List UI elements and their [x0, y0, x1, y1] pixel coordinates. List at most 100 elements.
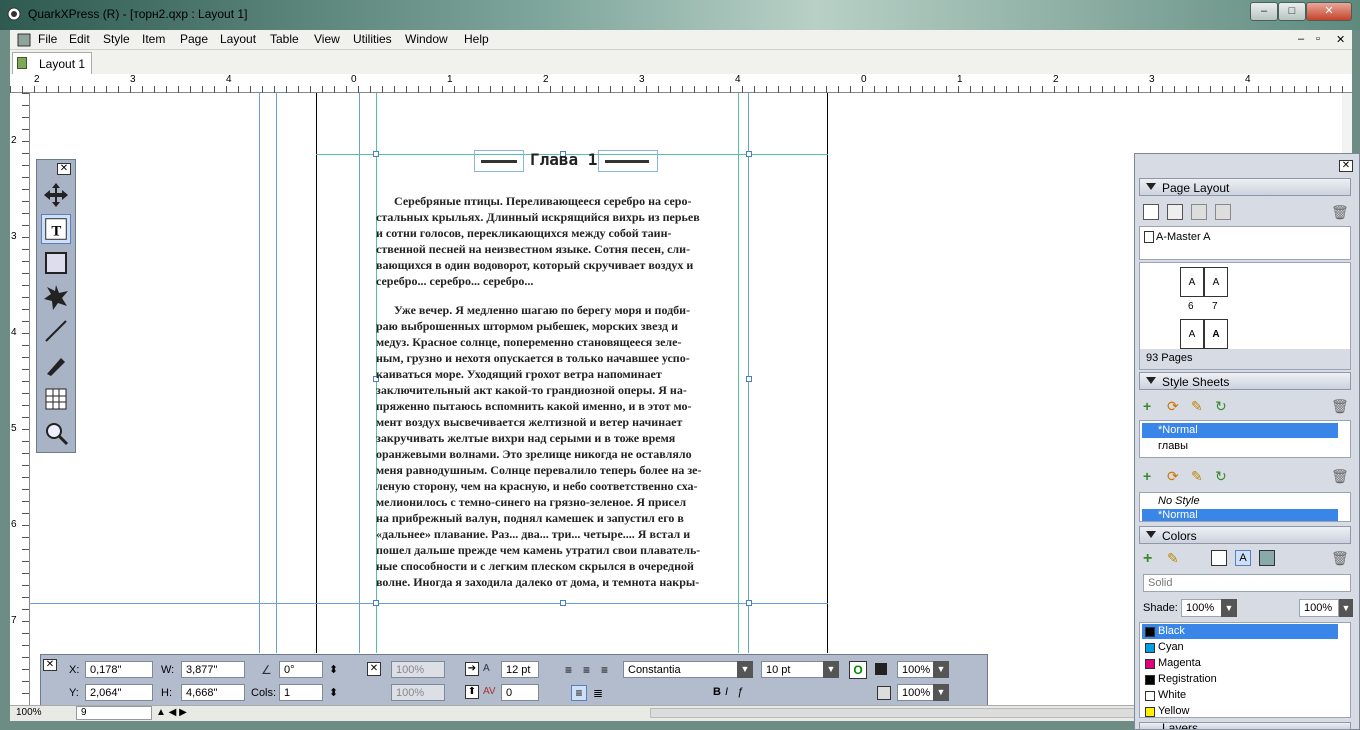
color-item[interactable]: White: [1142, 688, 1338, 703]
body-text-line[interactable]: «дальнее» плавание. Раз... два... три...…: [376, 526, 748, 542]
palettes-close-icon[interactable]: ✕: [1339, 160, 1353, 172]
edit-color-icon[interactable]: ✎: [1167, 550, 1183, 566]
page-number-field[interactable]: 9: [76, 706, 152, 720]
layers-title[interactable]: Layers: [1139, 722, 1351, 730]
type-styles-icon[interactable]: ƒ: [737, 686, 743, 698]
char-style-item[interactable]: No Style: [1142, 494, 1338, 509]
color-item[interactable]: Black: [1142, 624, 1338, 639]
menu-file[interactable]: File: [38, 32, 57, 46]
align-center-icon[interactable]: ≡: [583, 663, 590, 677]
angle-field[interactable]: 0°: [279, 661, 323, 678]
body-text-line[interactable]: ным, грузно и нехотя опускается в только…: [376, 350, 748, 366]
ornament-right[interactable]: [598, 150, 658, 172]
page-thumb[interactable]: A: [1180, 267, 1204, 297]
size-dropdown-icon[interactable]: ▼: [823, 661, 839, 678]
delete-char-style-icon[interactable]: 🗑: [1331, 468, 1349, 484]
zoom-level[interactable]: 100%: [16, 707, 42, 718]
box-handle[interactable]: [746, 151, 752, 157]
new-page-icon[interactable]: [1143, 204, 1159, 220]
stepper-icon[interactable]: ⬍: [329, 663, 338, 676]
box-opacity-field[interactable]: 100%: [391, 684, 445, 701]
body-text-line[interactable]: серебро... серебро... серебро...: [376, 273, 748, 289]
body-text-line[interactable]: меня равнодушным. Солнце перевалило тепе…: [376, 462, 748, 478]
tab-layout-1[interactable]: Layout 1: [12, 52, 92, 74]
cols-field[interactable]: 1: [279, 684, 323, 701]
body-text-line[interactable]: ственной песней на неизвестном языке. Со…: [376, 241, 748, 257]
body-text-line[interactable]: заключительный акт какой-то грандиозной …: [376, 382, 748, 398]
menu-item[interactable]: Item: [142, 32, 165, 46]
body-text-line[interactable]: медуз. Красное солнце, попеременно стано…: [376, 334, 748, 350]
apply-char-style-icon[interactable]: ⟳: [1167, 468, 1183, 484]
menu-style[interactable]: Style: [103, 32, 130, 46]
color-item[interactable]: Magenta: [1142, 656, 1338, 671]
body-text-line[interactable]: и сотни голосов, перекликающихся между с…: [376, 225, 748, 241]
doc-restore-button[interactable]: ▫: [1316, 33, 1320, 45]
body-text-line[interactable]: мент воздух высвечивается желтизной и ве…: [376, 414, 748, 430]
box-handle[interactable]: [746, 600, 752, 606]
align-left-icon[interactable]: ≡: [565, 663, 572, 677]
item-tool-icon[interactable]: [41, 180, 71, 210]
new-char-style-icon[interactable]: +: [1143, 468, 1159, 484]
page-props-icon[interactable]: [1215, 204, 1231, 220]
pages-area[interactable]: A A 6 7 A A 93 Pages: [1139, 262, 1351, 370]
page-thumb[interactable]: A: [1180, 319, 1204, 349]
delete-page-icon[interactable]: 🗑: [1331, 204, 1349, 220]
colors-title[interactable]: Colors: [1139, 526, 1351, 544]
box-shade-field[interactable]: 100%: [391, 661, 445, 678]
opacity-dropdown-icon[interactable]: ▼: [1339, 599, 1353, 617]
body-text-line[interactable]: стальных крыльях. Длинный искрящийся вих…: [376, 209, 748, 225]
bold-button[interactable]: B: [713, 686, 721, 698]
measure-close-icon[interactable]: ✕: [43, 659, 57, 671]
leading-field[interactable]: 12 pt: [501, 661, 539, 678]
delete-style-icon[interactable]: 🗑: [1331, 398, 1349, 414]
shade-dropdown-icon[interactable]: ▼: [933, 661, 949, 678]
delete-color-icon[interactable]: 🗑: [1331, 550, 1349, 566]
fill-mode-select[interactable]: Solid: [1143, 574, 1351, 592]
text-color-icon[interactable]: A: [1235, 550, 1251, 566]
duplicate-page-icon[interactable]: [1191, 204, 1207, 220]
menu-page[interactable]: Page: [180, 32, 208, 46]
h-field[interactable]: 4,668": [181, 684, 245, 701]
font-dropdown-icon[interactable]: ▼: [737, 661, 753, 678]
menu-help[interactable]: Help: [464, 32, 489, 46]
update-style-icon[interactable]: ↻: [1215, 398, 1231, 414]
content-tool-icon[interactable]: T: [41, 214, 71, 244]
page-nav-icon[interactable]: ▲ ◀ ▶: [156, 707, 187, 718]
body-text-line[interactable]: ные способности и с легким плеском скрыл…: [376, 558, 748, 574]
para-style-item[interactable]: *Normal: [1142, 423, 1338, 438]
box-handle[interactable]: [560, 600, 566, 606]
body-text-line[interactable]: пряженно пытаюсь вспомнить какой именно,…: [376, 398, 748, 414]
style-sheets-title[interactable]: Style Sheets: [1139, 372, 1351, 390]
tracking-field[interactable]: 0: [501, 684, 539, 701]
line-tool-icon[interactable]: [41, 316, 71, 346]
edit-style-icon[interactable]: ✎: [1191, 398, 1207, 414]
tools-close-icon[interactable]: ✕: [57, 163, 71, 175]
stepper-icon[interactable]: ⬍: [329, 686, 338, 699]
body-text-line[interactable]: на прибрежный валун, поднял камешек и за…: [376, 510, 748, 526]
box-handle[interactable]: [373, 600, 379, 606]
new-master-icon[interactable]: [1167, 204, 1183, 220]
minimize-button[interactable]: –: [1250, 2, 1278, 21]
box-handle[interactable]: [373, 151, 379, 157]
update-char-style-icon[interactable]: ↻: [1215, 468, 1231, 484]
y-field[interactable]: 2,064": [85, 684, 153, 701]
opentype-icon[interactable]: O: [849, 661, 867, 679]
page-thumb[interactable]: A: [1204, 267, 1228, 297]
menu-window[interactable]: Window: [405, 32, 448, 46]
menu-edit[interactable]: Edit: [69, 32, 90, 46]
body-text-line[interactable]: мелионилось с темно-синего на грязно-зел…: [376, 494, 748, 510]
chapter-heading[interactable]: Глава 1: [530, 152, 597, 168]
body-text-line[interactable]: вающихся в один водоворот, который скруч…: [376, 257, 748, 273]
shade-icon[interactable]: [877, 686, 891, 700]
font-field[interactable]: Constantia: [623, 661, 751, 678]
edit-char-style-icon[interactable]: ✎: [1191, 468, 1207, 484]
body-text-line[interactable]: раю выброшенных штормом рыбешек, морских…: [376, 318, 748, 334]
text-color-swatch[interactable]: [875, 663, 887, 675]
italic-button[interactable]: I: [725, 686, 728, 698]
body-text-line[interactable]: волне. Иногда я заходила далеко от дома,…: [376, 574, 748, 590]
maximize-button[interactable]: □: [1278, 2, 1306, 21]
body-text-line[interactable]: закручивать желтые вихри над серыми и в …: [376, 430, 748, 446]
doc-minimize-button[interactable]: –: [1298, 33, 1304, 45]
body-text-line[interactable]: пошел дальше прежде чем камень утратил с…: [376, 542, 748, 558]
force-justify-icon[interactable]: ≣: [593, 686, 603, 700]
